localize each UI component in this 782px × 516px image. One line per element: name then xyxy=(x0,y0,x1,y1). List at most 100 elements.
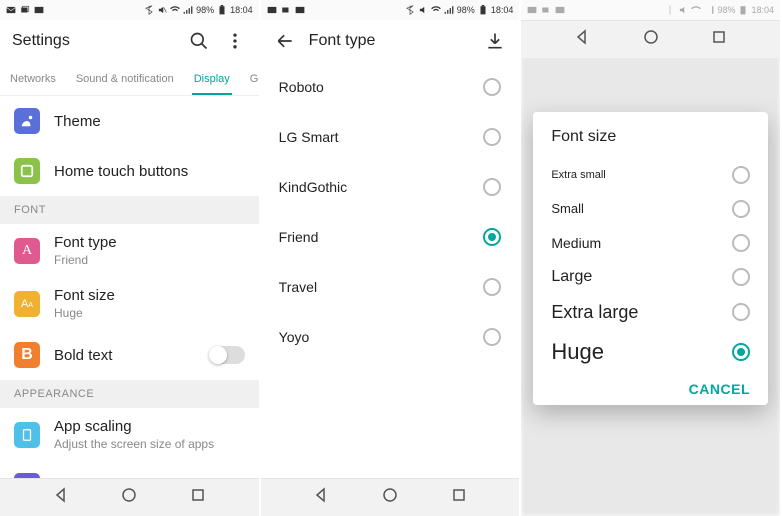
images-icon xyxy=(20,5,30,15)
nav-back[interactable] xyxy=(53,487,69,508)
download-fonts-button[interactable] xyxy=(483,29,507,53)
nav-recent[interactable] xyxy=(451,487,467,508)
nav-recent[interactable] xyxy=(190,487,206,508)
nav-recent[interactable] xyxy=(711,29,727,50)
font-option-kindgothic[interactable]: KindGothic xyxy=(261,162,520,212)
font-option-roboto[interactable]: Roboto xyxy=(261,62,520,112)
font-option-travel[interactable]: Travel xyxy=(261,262,520,312)
nav-back[interactable] xyxy=(313,487,329,508)
clock-time: 18:04 xyxy=(230,5,253,15)
radio-indicator xyxy=(483,78,501,96)
back-button[interactable] xyxy=(273,29,297,53)
tab-networks[interactable]: Networks xyxy=(0,62,66,95)
row-home-touch[interactable]: Home touch buttons xyxy=(0,146,259,196)
mute-icon xyxy=(678,5,688,15)
font-option-yoyo[interactable]: Yoyo xyxy=(261,312,520,362)
nav-home[interactable] xyxy=(382,487,398,508)
size-option-extra-small[interactable]: Extra small xyxy=(533,158,768,192)
mail-icon xyxy=(527,5,537,15)
bluetooth-icon xyxy=(405,5,415,15)
bold-text-icon: B xyxy=(14,342,40,368)
page-title: Font type xyxy=(309,32,472,50)
row-font-size[interactable]: AA Font size Huge xyxy=(0,277,259,330)
download-icon xyxy=(34,5,44,15)
signal-icon xyxy=(704,5,714,15)
wifi-icon xyxy=(691,5,701,15)
font-size-value: Huge xyxy=(54,306,245,320)
mute-icon xyxy=(157,5,167,15)
size-option-large[interactable]: Large xyxy=(533,260,768,294)
clock-time: 18:04 xyxy=(491,5,514,15)
dialog-title: Font size xyxy=(533,128,768,158)
size-label: Large xyxy=(551,268,592,286)
section-font: FONT xyxy=(0,196,259,224)
font-name: LG Smart xyxy=(279,129,339,145)
size-option-huge[interactable]: Huge xyxy=(533,331,768,373)
radio-indicator xyxy=(732,268,750,286)
bluetooth-icon xyxy=(665,5,675,15)
radio-indicator xyxy=(483,278,501,296)
battery-icon xyxy=(478,5,488,15)
battery-icon xyxy=(738,5,748,15)
images-icon xyxy=(281,5,291,15)
settings-display-screen: 98% 18:04 Settings Networks Sound & noti… xyxy=(0,0,261,516)
battery-percent: 98% xyxy=(457,5,475,15)
settings-content[interactable]: Theme Home touch buttons FONT A Font typ… xyxy=(0,96,259,478)
tab-display[interactable]: Display xyxy=(184,62,240,95)
overflow-menu-button[interactable] xyxy=(223,29,247,53)
cancel-button[interactable]: CANCEL xyxy=(689,381,750,397)
size-option-medium[interactable]: Medium xyxy=(533,226,768,260)
radio-indicator xyxy=(732,166,750,184)
row-display-size[interactable]: Display size xyxy=(0,461,259,478)
font-list[interactable]: Roboto LG Smart KindGothicFriendTravel Yoyo xyxy=(261,62,520,478)
status-bar: 98% 18:04 xyxy=(261,0,520,20)
arrow-back-icon xyxy=(275,31,295,51)
row-app-scaling[interactable]: App scaling Adjust the screen size of ap… xyxy=(0,408,259,461)
radio-indicator xyxy=(483,328,501,346)
wifi-icon xyxy=(431,5,441,15)
font-name: Yoyo xyxy=(279,329,310,345)
status-bar: 98% 18:04 xyxy=(521,0,780,20)
radio-indicator xyxy=(483,228,501,246)
row-bold-text[interactable]: B Bold text xyxy=(0,330,259,380)
navigation-bar xyxy=(0,478,259,516)
nav-back[interactable] xyxy=(574,29,590,50)
search-button[interactable] xyxy=(187,29,211,53)
font-name: Roboto xyxy=(279,79,324,95)
signal-icon xyxy=(183,5,193,15)
more-vert-icon xyxy=(225,31,245,51)
nav-home[interactable] xyxy=(121,487,137,508)
font-type-header: Font type xyxy=(261,20,520,62)
battery-percent: 98% xyxy=(717,5,735,15)
font-type-value: Friend xyxy=(54,253,245,267)
nav-home[interactable] xyxy=(643,29,659,50)
font-size-dialog-screen: 98% 18:04 Font size Extra small Small Medi… xyxy=(521,0,782,516)
status-bar: 98% 18:04 xyxy=(0,0,259,20)
app-scaling-sub: Adjust the screen size of apps xyxy=(54,437,245,451)
size-label: Huge xyxy=(551,339,604,365)
size-label: Extra small xyxy=(551,169,605,181)
tab-general[interactable]: General xyxy=(240,62,261,95)
font-option-friend[interactable]: Friend xyxy=(261,212,520,262)
dialog-overlay[interactable]: Font size Extra small Small Medium Large Ext… xyxy=(521,0,780,516)
size-option-extra-large[interactable]: Extra large xyxy=(533,294,768,331)
size-option-small[interactable]: Small xyxy=(533,192,768,226)
battery-icon xyxy=(217,5,227,15)
row-theme[interactable]: Theme xyxy=(0,96,259,146)
font-size-icon: AA xyxy=(14,291,40,317)
navigation-bar xyxy=(261,478,520,516)
row-font-type[interactable]: A Font type Friend xyxy=(0,224,259,277)
home-touch-icon xyxy=(14,158,40,184)
font-option-lg-smart[interactable]: LG Smart xyxy=(261,112,520,162)
size-label: Medium xyxy=(551,235,601,251)
theme-label: Theme xyxy=(54,113,245,130)
app-scaling-icon xyxy=(14,422,40,448)
settings-header: Settings xyxy=(0,20,259,62)
section-appearance: APPEARANCE xyxy=(0,380,259,408)
radio-indicator xyxy=(732,303,750,321)
tab-sound[interactable]: Sound & notification xyxy=(66,62,184,95)
search-icon xyxy=(189,31,209,51)
radio-indicator xyxy=(483,178,501,196)
bold-text-switch[interactable] xyxy=(209,346,245,364)
app-scaling-label: App scaling xyxy=(54,418,245,435)
